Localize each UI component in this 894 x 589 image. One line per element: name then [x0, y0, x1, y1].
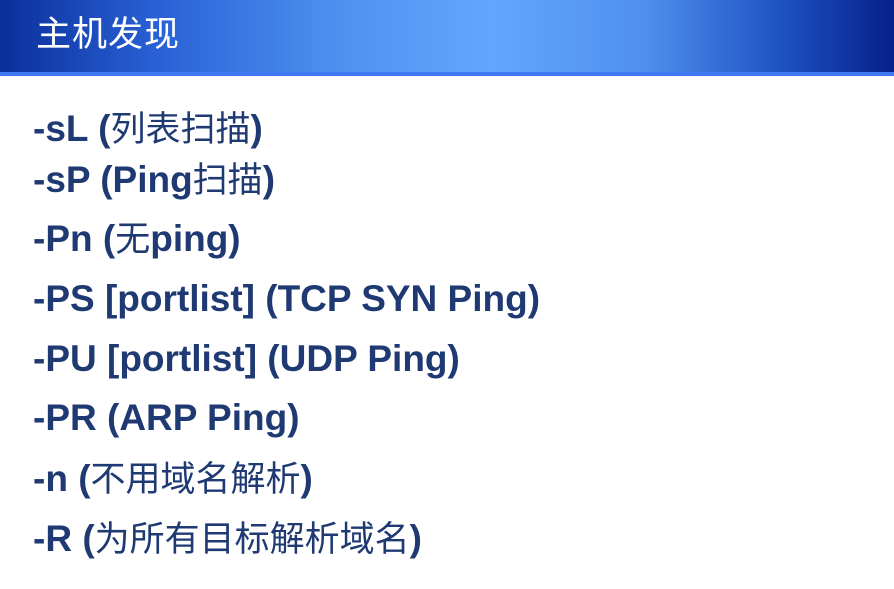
option-text: -PS [portlist] (TCP SYN Ping) — [33, 278, 541, 319]
option-item-n: -n (不用域名解析) — [33, 454, 313, 505]
option-text: -sL ( — [33, 108, 111, 149]
option-item-PR: -PR (ARP Ping) — [33, 393, 300, 444]
option-text: -R ( — [33, 518, 95, 559]
title-bar: 主机发现 — [0, 0, 894, 72]
option-description: 无 — [115, 220, 151, 260]
option-text-end: ) — [300, 458, 313, 499]
option-text: -PR (ARP Ping) — [33, 397, 300, 438]
option-item-R: -R (为所有目标解析域名) — [33, 514, 422, 565]
slide-title: 主机发现 — [36, 15, 181, 55]
option-text-end: ) — [262, 159, 276, 200]
option-description: 不用域名解析 — [90, 460, 301, 500]
option-item-sP: -sP (Ping扫描) — [33, 155, 275, 206]
option-text-end: ) — [250, 108, 263, 149]
option-text-end: ping) — [150, 218, 241, 259]
option-item-PS: -PS [portlist] (TCP SYN Ping) — [33, 274, 540, 325]
option-item-PU: -PU [portlist] (UDP Ping) — [33, 334, 460, 385]
option-description: 扫描 — [192, 161, 263, 201]
option-item-sL: -sL (列表扫描) — [33, 104, 263, 155]
option-text-end: ) — [409, 518, 422, 559]
option-item-Pn: -Pn (无ping) — [33, 214, 241, 265]
option-description: 列表扫描 — [110, 110, 251, 150]
option-text: -PU [portlist] (UDP Ping) — [33, 338, 460, 379]
option-description: 为所有目标解析域名 — [94, 520, 410, 560]
option-text: -Pn ( — [33, 218, 116, 259]
option-text: -sP (Ping — [33, 159, 193, 200]
option-text: -n ( — [33, 458, 91, 499]
title-underline — [0, 72, 894, 76]
